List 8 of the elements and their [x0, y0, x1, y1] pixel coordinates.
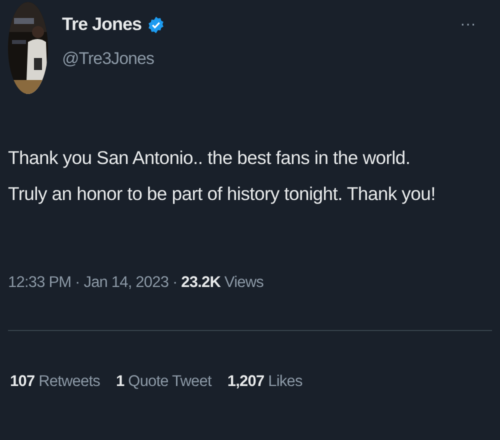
engagement-count-link[interactable]: 107 Retweets [10, 373, 100, 391]
user-handle[interactable]: @Tre3Jones [62, 49, 446, 69]
more-options-icon[interactable]: ··· [460, 2, 476, 34]
tweet-timestamp: 12:33 PM · Jan 14, 2023 · 23.2K Views [7, 273, 264, 292]
user-name[interactable]: Tre Jones [62, 14, 142, 35]
tweet-text: Thank you San Antonio.. the best fans in the world. Truly an honor to be part of history tonight. Thank you! [7, 146, 436, 206]
engagement-count-link[interactable]: 1,207 Likes [227, 373, 302, 391]
engagement-count-link[interactable]: 1 Quote Tweet [116, 373, 212, 391]
